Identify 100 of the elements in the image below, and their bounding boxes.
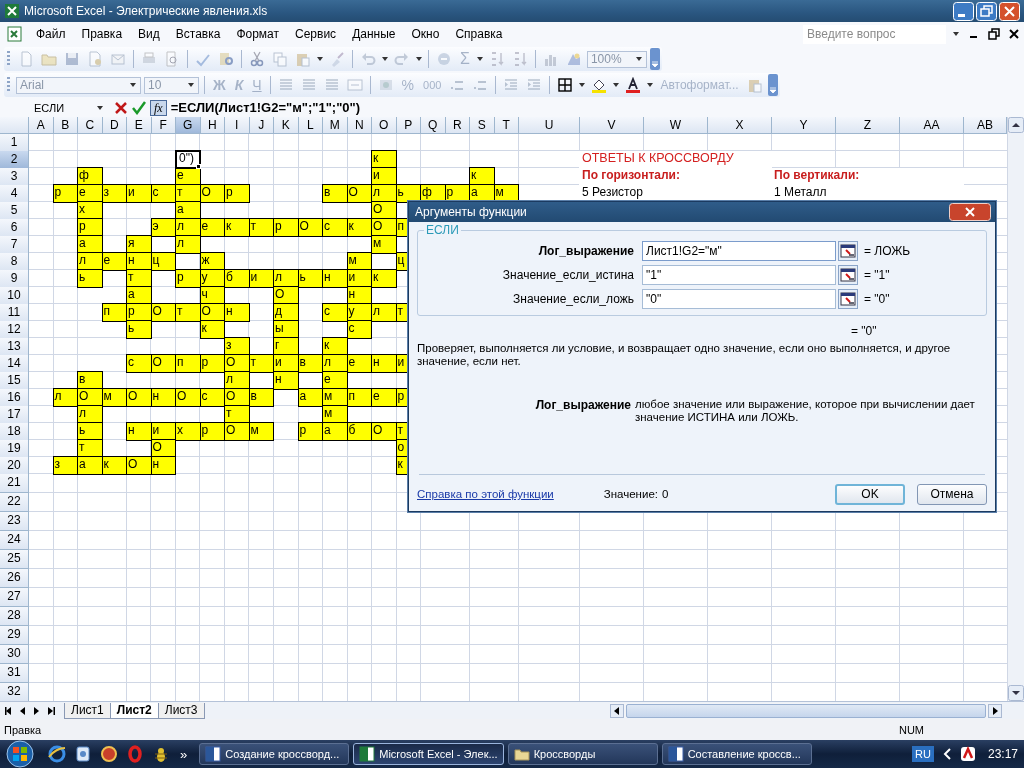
- crossword-cell[interactable]: с: [322, 303, 348, 322]
- column-header[interactable]: W: [644, 117, 708, 134]
- expand-tray-icon[interactable]: [941, 747, 952, 761]
- crossword-cell[interactable]: к: [199, 320, 225, 339]
- crossword-cell[interactable]: к: [101, 456, 127, 475]
- question-field[interactable]: Введите вопрос: [803, 24, 946, 44]
- crossword-cell[interactable]: н: [371, 354, 397, 373]
- overflow-button[interactable]: »: [180, 746, 188, 762]
- column-header[interactable]: AA: [900, 117, 964, 134]
- crossword-cell[interactable]: О: [199, 184, 225, 203]
- column-header[interactable]: A: [29, 117, 54, 134]
- column-header[interactable]: C: [78, 117, 103, 134]
- bug-icon[interactable]: [152, 745, 170, 763]
- help-link[interactable]: Справка по этой функции: [417, 488, 554, 500]
- crossword-cell[interactable]: в: [297, 354, 323, 373]
- column-header[interactable]: J: [249, 117, 274, 134]
- column-header[interactable]: E: [127, 117, 152, 134]
- language-indicator[interactable]: RU: [912, 746, 934, 762]
- menu-item[interactable]: Формат: [228, 24, 288, 44]
- crossword-cell[interactable]: О: [224, 422, 250, 441]
- taskbar-button[interactable]: Составление кроссв...: [661, 743, 812, 765]
- row-header[interactable]: 11: [0, 304, 29, 322]
- check-icon[interactable]: [132, 100, 146, 115]
- row-header[interactable]: 29: [0, 626, 29, 645]
- crossword-cell[interactable]: а: [322, 422, 348, 441]
- column-header[interactable]: Q: [421, 117, 446, 134]
- crossword-cell[interactable]: х: [175, 422, 201, 441]
- crossword-cell[interactable]: с: [346, 320, 372, 339]
- crossword-cell[interactable]: р: [297, 422, 323, 441]
- crossword-cell[interactable]: О: [297, 218, 323, 237]
- column-header[interactable]: S: [470, 117, 495, 134]
- restore-icon[interactable]: [988, 28, 1000, 40]
- range-button[interactable]: [838, 241, 858, 261]
- row-header[interactable]: 21: [0, 474, 29, 493]
- row-header[interactable]: 20: [0, 457, 29, 475]
- menu-item[interactable]: Правка: [73, 24, 131, 44]
- row-header[interactable]: 9: [0, 270, 29, 288]
- column-header[interactable]: X: [708, 117, 772, 134]
- sheet-tab[interactable]: Лист3: [157, 702, 205, 719]
- column-header[interactable]: Y: [772, 117, 836, 134]
- crossword-cell[interactable]: ь: [126, 320, 152, 339]
- column-header[interactable]: B: [53, 117, 78, 134]
- crossword-cell[interactable]: и: [248, 269, 274, 288]
- row-header[interactable]: 6: [0, 219, 29, 237]
- column-header[interactable]: AB: [964, 117, 1007, 134]
- crossword-cell[interactable]: ц: [150, 252, 176, 271]
- crossword-cell[interactable]: н: [224, 303, 250, 322]
- menu-item[interactable]: Файл: [28, 24, 74, 44]
- menu-item[interactable]: Вставка: [167, 24, 229, 44]
- row-header[interactable]: 12: [0, 321, 29, 339]
- crossword-cell[interactable]: м: [101, 388, 127, 407]
- crossword-cell[interactable]: а: [297, 388, 323, 407]
- row-header[interactable]: 5: [0, 202, 29, 220]
- vertical-scrollbar[interactable]: [1007, 117, 1024, 701]
- column-header[interactable]: O: [372, 117, 397, 134]
- crossword-cell[interactable]: е: [371, 388, 397, 407]
- browser-icon[interactable]: [48, 745, 66, 763]
- crossword-cell[interactable]: л: [371, 303, 397, 322]
- insert-function-button[interactable]: fx: [150, 99, 167, 116]
- row-header[interactable]: 31: [0, 664, 29, 683]
- row-header[interactable]: 19: [0, 440, 29, 458]
- crossword-cell[interactable]: б: [224, 269, 250, 288]
- crossword-cell[interactable]: э: [150, 218, 176, 237]
- column-header[interactable]: P: [396, 117, 421, 134]
- dialog-button[interactable]: OK: [835, 483, 905, 505]
- row-header[interactable]: 24: [0, 531, 29, 550]
- menu-item[interactable]: Сервис: [287, 24, 345, 44]
- crossword-cell[interactable]: р: [52, 184, 78, 203]
- row-header[interactable]: 13: [0, 338, 29, 356]
- crossword-cell[interactable]: р: [273, 218, 299, 237]
- clock[interactable]: 23:17: [987, 747, 1018, 761]
- crossword-cell[interactable]: к: [371, 269, 397, 288]
- crossword-cell[interactable]: с: [150, 184, 176, 203]
- circle-icon[interactable]: [100, 745, 118, 763]
- crossword-cell[interactable]: в: [322, 184, 348, 203]
- sheet-tab[interactable]: Лист2: [109, 702, 159, 719]
- crossword-cell[interactable]: О: [126, 456, 152, 475]
- sheet-tab[interactable]: Лист1: [64, 702, 111, 719]
- input-field[interactable]: "1": [642, 265, 836, 285]
- menu-item[interactable]: Справка: [447, 24, 511, 44]
- crossword-cell[interactable]: з: [101, 184, 127, 203]
- crossword-cell[interactable]: с: [126, 354, 152, 373]
- column-header[interactable]: R: [445, 117, 470, 134]
- row-header[interactable]: 14: [0, 355, 29, 373]
- last-sheet-icon[interactable]: [45, 704, 57, 717]
- crossword-cell[interactable]: н: [273, 371, 299, 390]
- page-icon[interactable]: [74, 745, 92, 763]
- crossword-cell[interactable]: с: [199, 388, 225, 407]
- column-header[interactable]: N: [347, 117, 372, 134]
- row-header[interactable]: 30: [0, 645, 29, 664]
- row-header[interactable]: 1: [0, 134, 29, 152]
- column-header[interactable]: K: [274, 117, 299, 134]
- input-field[interactable]: Лист1!G2="м": [642, 241, 836, 261]
- crossword-cell[interactable]: п: [101, 303, 127, 322]
- dialog-button[interactable]: Отмена: [917, 483, 987, 505]
- crossword-cell[interactable]: О: [150, 354, 176, 373]
- row-header[interactable]: 8: [0, 253, 29, 271]
- crossword-cell[interactable]: н: [150, 456, 176, 475]
- menu-item[interactable]: Окно: [403, 24, 448, 44]
- row-header[interactable]: 7: [0, 236, 29, 254]
